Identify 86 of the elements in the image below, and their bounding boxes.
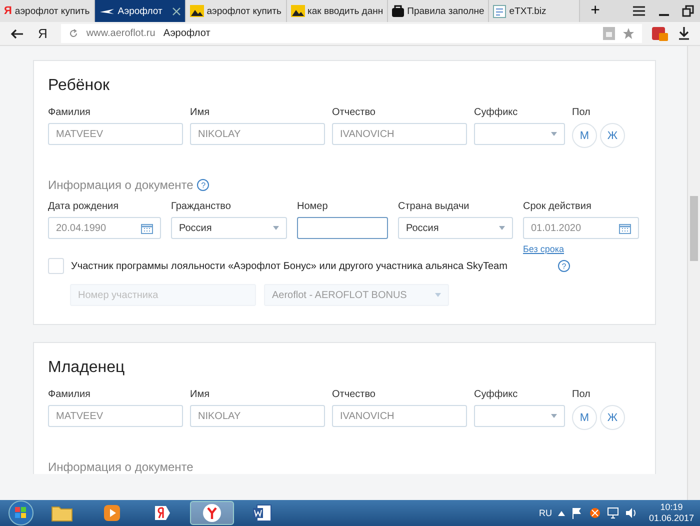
extension-icon[interactable] bbox=[652, 26, 668, 40]
browser-icon bbox=[202, 503, 222, 523]
taskbar-app[interactable] bbox=[190, 501, 234, 525]
gender-button[interactable]: М bbox=[572, 123, 597, 148]
field-label: Гражданство bbox=[171, 201, 231, 212]
caret-icon[interactable] bbox=[558, 510, 565, 516]
calendar-icon[interactable] bbox=[141, 222, 153, 234]
field-label: Дата рождения bbox=[48, 201, 119, 212]
browser-tab[interactable]: как вводить данн bbox=[286, 0, 388, 22]
no-expiry-link[interactable]: Без срока bbox=[523, 244, 564, 254]
caret-icon bbox=[499, 226, 505, 230]
close-icon[interactable] bbox=[172, 6, 181, 16]
field-label: Срок действия bbox=[523, 201, 592, 212]
field-label: Суффикс bbox=[474, 107, 518, 118]
clock[interactable]: 10:19 01.06.2017 bbox=[648, 502, 694, 524]
section-title: Младенец bbox=[48, 359, 126, 377]
calendar-icon[interactable] bbox=[619, 222, 631, 234]
language-indicator[interactable]: RU bbox=[538, 508, 552, 518]
folder-icon bbox=[51, 504, 73, 522]
help-button[interactable]: ? bbox=[558, 260, 570, 272]
select-field[interactable] bbox=[474, 405, 565, 427]
yandex-logo[interactable]: Я bbox=[38, 26, 48, 41]
speaker-icon[interactable] bbox=[624, 507, 637, 519]
field-label: Фамилия bbox=[48, 389, 90, 400]
input-field[interactable]: NIKOLAY bbox=[190, 123, 325, 145]
bag-icon bbox=[392, 5, 404, 17]
scrollbar[interactable] bbox=[687, 46, 700, 500]
section-heading: Информация о документе bbox=[48, 460, 194, 474]
browser-tab[interactable]: Аэрофлот bbox=[94, 0, 186, 22]
field-label: Пол bbox=[572, 389, 590, 400]
field-label: Номер bbox=[297, 201, 328, 212]
section-heading: Информация о документе bbox=[48, 178, 194, 192]
menu-icon[interactable] bbox=[632, 5, 646, 17]
field-label: Страна выдачи bbox=[398, 201, 470, 212]
caret-icon bbox=[435, 293, 441, 297]
back-icon[interactable] bbox=[10, 28, 24, 38]
reload-icon[interactable] bbox=[69, 29, 78, 38]
field-label: Суффикс bbox=[474, 389, 518, 400]
new-tab-button[interactable]: + bbox=[580, 0, 610, 22]
network-icon[interactable] bbox=[588, 507, 601, 519]
field-label: Отчество bbox=[332, 389, 376, 400]
image-icon bbox=[290, 5, 304, 17]
star-icon[interactable] bbox=[623, 28, 634, 39]
field-label: Имя bbox=[190, 107, 210, 118]
gender-button[interactable]: Ж bbox=[600, 405, 625, 430]
download-icon[interactable] bbox=[678, 27, 690, 40]
caret-icon bbox=[273, 226, 279, 230]
field-label: Фамилия bbox=[48, 107, 90, 118]
select-field[interactable] bbox=[474, 123, 565, 145]
caret-icon bbox=[551, 132, 557, 136]
browser-tab[interactable]: Я аэрофлот купить bbox=[0, 0, 95, 22]
monitor-icon[interactable] bbox=[606, 507, 619, 519]
yandex-icon: Я bbox=[4, 5, 12, 17]
select-field[interactable]: Россия bbox=[398, 217, 513, 239]
restore-icon[interactable] bbox=[682, 5, 694, 17]
gender-button[interactable]: М bbox=[572, 405, 597, 430]
date-field[interactable]: 20.04.1990 bbox=[48, 217, 161, 239]
help-button[interactable]: ? bbox=[197, 179, 210, 191]
field-label: Пол bbox=[572, 107, 590, 118]
image-icon bbox=[190, 5, 204, 17]
gender-button[interactable]: Ж bbox=[600, 123, 625, 148]
input-field[interactable]: IVANOVICH bbox=[332, 123, 467, 145]
play-icon bbox=[103, 504, 121, 522]
date-field[interactable]: 01.01.2020 bbox=[523, 217, 639, 239]
checkbox-label: Участник программы лояльности «Аэрофлот Бонус» или другого участника альянса SkyTeam bbox=[71, 260, 508, 272]
input-field[interactable]: MATVEEV bbox=[48, 405, 183, 427]
caret-icon bbox=[551, 414, 557, 418]
field-label: Отчество bbox=[332, 107, 376, 118]
select-field[interactable]: Россия bbox=[171, 217, 287, 239]
flag-icon[interactable] bbox=[570, 507, 583, 519]
input-field[interactable] bbox=[297, 217, 388, 239]
document-icon bbox=[252, 504, 272, 522]
browser-tab[interactable]: Правила заполне bbox=[388, 0, 490, 22]
input-field[interactable]: IVANOVICH bbox=[332, 405, 467, 427]
address-field[interactable]: www.aeroflot.ru Аэрофлот bbox=[61, 24, 642, 43]
checkbox[interactable] bbox=[48, 258, 64, 274]
input-field[interactable]: NIKOLAY bbox=[190, 405, 325, 427]
plane-icon bbox=[98, 6, 115, 16]
note-icon bbox=[493, 4, 506, 18]
section-title: Ребёнок bbox=[48, 77, 110, 95]
yandex-icon bbox=[153, 504, 171, 522]
start-button[interactable] bbox=[8, 500, 34, 526]
field-label: Имя bbox=[190, 389, 210, 400]
browser-tab[interactable]: аэрофлот купить bbox=[186, 0, 286, 22]
input-field[interactable]: MATVEEV bbox=[48, 123, 183, 145]
browser-tab[interactable]: eTXT.biz bbox=[489, 0, 580, 22]
